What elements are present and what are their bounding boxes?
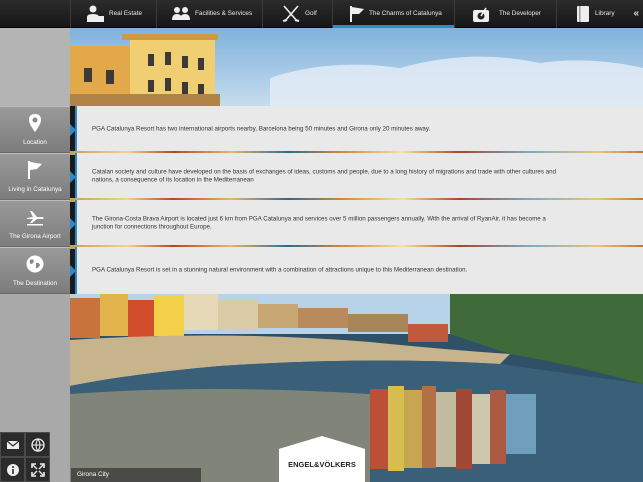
globe-icon [25,254,45,274]
row-tab-label: The Girona Airport [9,233,61,240]
row-text: PGA Catalunya Resort has two internation… [92,125,431,133]
golf-clubs-icon [281,4,301,24]
people-icon [171,4,191,24]
header-photo [70,28,643,106]
row-content-panel: PGA Catalunya Resort has two internation… [75,106,643,153]
nav-label: The Developer [499,10,541,17]
nav-item-library[interactable]: Library [556,0,628,28]
mail-button[interactable] [0,432,25,457]
house-person-icon [85,4,105,24]
nav-label: Library [595,10,615,17]
row-tab-label: Location [23,139,47,146]
row-tab-the-destination[interactable]: The Destination [0,247,70,294]
caption-text: Girona City [77,471,109,478]
map-pin-icon [25,113,45,133]
globe-button[interactable] [25,432,50,457]
nav-item-charms-of-catalunya[interactable]: The Charms of Catalunya [332,0,454,28]
nav-item-the-developer[interactable]: The Developer [454,0,556,28]
nav-item-facilities-services[interactable]: Facilities & Services [156,0,262,28]
row-tab-living-in-catalunya[interactable]: Living in Catalunya [0,153,70,200]
globe-icon [26,438,49,452]
row-content-panel: The Girona-Costa Brava Airport is locate… [75,200,643,247]
info-row-living-in-catalunya: Living in Catalunya Catalan society and … [0,153,643,202]
row-content-panel: Catalan society and culture have develop… [75,153,643,200]
row-text: The Girona-Costa Brava Airport is locate… [92,214,546,231]
book-icon [573,4,593,24]
airplane-icon [25,207,45,227]
info-button[interactable] [0,457,25,482]
row-text: PGA Catalunya Resort is set in a stunnin… [92,266,468,274]
row-content-panel: PGA Catalunya Resort is set in a stunnin… [75,247,643,294]
info-icon [1,463,24,477]
expand-icon [26,463,49,477]
photo-caption: Girona City [71,468,201,482]
top-navigation-bar: Real Estate Facilities & Services Golf T… [0,0,643,28]
row-text: Catalan society and culture have develop… [92,167,557,184]
nav-label: Facilities & Services [195,10,253,17]
info-row-location: Location PGA Catalunya Resort has two in… [0,106,643,155]
nav-item-golf[interactable]: Golf [262,0,332,28]
info-row-the-destination: The Destination PGA Catalunya Resort is … [0,247,643,294]
row-tab-location[interactable]: Location [0,106,70,153]
developer-icon [471,4,491,24]
info-row-girona-airport: The Girona Airport The Girona-Costa Brav… [0,200,643,249]
envelope-icon [1,438,24,452]
row-tab-label: The Destination [12,280,58,287]
logo-text: ENGEL&VÖLKERS [288,460,356,469]
nav-label: Golf [305,10,317,17]
row-tab-girona-airport[interactable]: The Girona Airport [0,200,70,247]
nav-label: The Charms of Catalunya [369,10,442,17]
fullscreen-button[interactable] [25,457,50,482]
collapse-menu-button[interactable]: « [633,8,639,19]
flag-icon [347,4,367,24]
flag-icon [25,160,45,180]
row-tab-label: Living in Catalunya [8,186,62,193]
nav-label: Real Estate [109,10,143,17]
nav-item-real-estate[interactable]: Real Estate [70,0,156,28]
rail-top-block [0,28,70,106]
